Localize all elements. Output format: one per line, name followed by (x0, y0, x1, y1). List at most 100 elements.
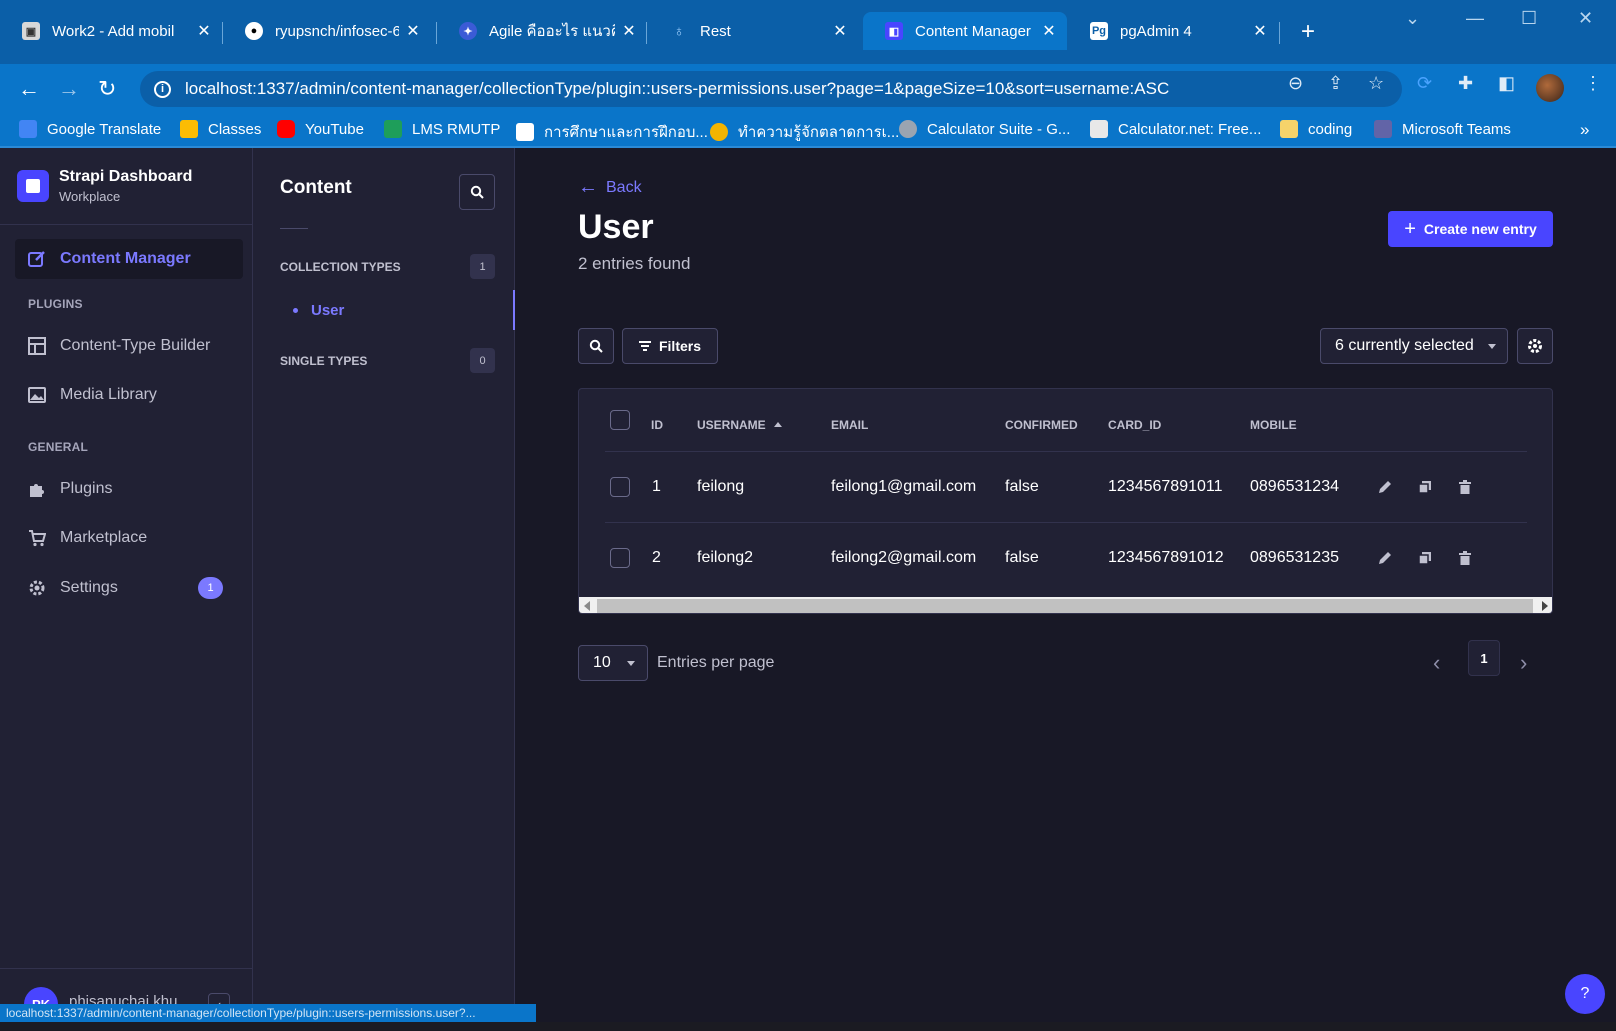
brand: Strapi Dashboard Workplace (17, 168, 192, 204)
tab-github[interactable]: ● ryupsnch/infosec-6 ✕ (223, 12, 431, 50)
displayed-columns-select[interactable]: 6 currently selected (1320, 328, 1508, 364)
duplicate-icon[interactable] (1415, 548, 1435, 568)
scrollbar-thumb[interactable] (597, 599, 1533, 613)
site-info-icon[interactable]: i (154, 80, 171, 98)
previous-page-icon[interactable]: ‹ (1433, 650, 1440, 676)
nav-plugins[interactable]: Plugins (15, 469, 243, 509)
scroll-right-arrow-icon[interactable] (1542, 601, 1548, 611)
back-link[interactable]: ← Back (578, 176, 642, 199)
bookmark-classes[interactable]: Classes (180, 120, 261, 138)
reload-icon[interactable]: ↻ (98, 76, 116, 102)
google-translate-icon (19, 120, 37, 138)
subnav-title: Content (280, 177, 352, 198)
trash-icon[interactable] (1455, 548, 1475, 568)
more-menu-icon[interactable]: ⋮ (1584, 73, 1602, 94)
bookmark-education[interactable]: การศึกษาและการฝึกอบ... (516, 120, 708, 144)
bookmark-google-translate[interactable]: Google Translate (19, 120, 161, 138)
list-settings-button[interactable] (1517, 328, 1553, 364)
content-subnav: Content COLLECTION TYPES 1 User SINGLE T… (253, 148, 515, 1031)
nav-content-manager[interactable]: Content Manager (15, 239, 243, 279)
subnav-search-button[interactable] (459, 174, 495, 210)
sync-icon[interactable]: ⟳ (1417, 73, 1432, 94)
column-header-confirmed[interactable]: CONFIRMED (1005, 418, 1078, 432)
filters-button[interactable]: Filters (622, 328, 718, 364)
bookmark-microsoft-teams[interactable]: Microsoft Teams (1374, 120, 1511, 138)
nav-marketplace[interactable]: Marketplace (15, 518, 243, 558)
row-checkbox[interactable] (610, 548, 630, 568)
bookmarks-more-icon[interactable]: » (1580, 120, 1589, 140)
bookmark-calculator-net[interactable]: Calculator.net: Free... (1090, 120, 1261, 138)
bookmark-market[interactable]: ทำความรู้จักตลาดการเ... (710, 120, 899, 144)
column-header-mobile[interactable]: MOBILE (1250, 418, 1297, 432)
divider (280, 228, 308, 229)
back-arrow-icon[interactable]: ← (18, 76, 40, 102)
scroll-left-arrow-icon[interactable] (584, 601, 590, 611)
column-header-email[interactable]: EMAIL (831, 418, 868, 432)
single-types-heading[interactable]: SINGLE TYPES (280, 354, 367, 368)
create-new-entry-button[interactable]: + Create new entry (1388, 211, 1553, 247)
close-icon[interactable]: ✕ (1041, 21, 1057, 41)
url-text[interactable]: localhost:1337/admin/content-manager/col… (185, 79, 1169, 99)
edit-icon[interactable] (1375, 548, 1395, 568)
share-icon[interactable]: ⇪ (1328, 73, 1343, 94)
search-icon (589, 339, 603, 353)
close-icon[interactable]: ✕ (405, 21, 421, 41)
arrow-left-icon: ← (578, 176, 598, 198)
help-button[interactable]: ? (1565, 974, 1605, 1014)
tab-pgadmin[interactable]: Pg pgAdmin 4 ✕ (1068, 12, 1278, 50)
row-checkbox[interactable] (610, 477, 630, 497)
next-page-icon[interactable]: › (1520, 650, 1527, 676)
caret-down-icon (627, 661, 635, 666)
cell-username: feilong2 (697, 549, 754, 566)
youtube-icon (277, 120, 295, 138)
cell-card-id: 1234567891011 (1108, 478, 1223, 495)
bullet-icon (293, 307, 298, 313)
duplicate-icon[interactable] (1415, 477, 1435, 497)
tab-work2[interactable]: ▣ Work2 - Add mobil ✕ (0, 12, 222, 50)
column-header-username[interactable]: USERNAME (697, 418, 766, 432)
address-bar[interactable]: i localhost:1337/admin/content-manager/c… (140, 71, 1402, 107)
table-search-button[interactable] (578, 328, 614, 364)
bookmark-star-icon[interactable]: ☆ (1368, 73, 1384, 94)
close-icon[interactable]: ✕ (196, 21, 212, 41)
tab-separator (646, 22, 647, 44)
horizontal-scrollbar[interactable] (579, 597, 1552, 613)
close-icon[interactable]: ✕ (621, 21, 637, 41)
sort-ascending-icon[interactable] (774, 422, 782, 427)
current-page-button[interactable]: 1 (1468, 640, 1500, 676)
bookmark-youtube[interactable]: YouTube (277, 120, 364, 138)
extensions-icon[interactable]: ✚ (1458, 73, 1473, 94)
close-icon[interactable]: ✕ (1252, 21, 1268, 41)
entries-count: 2 entries found (578, 254, 691, 273)
profile-avatar[interactable] (1536, 74, 1564, 102)
forward-arrow-icon[interactable]: → (58, 76, 80, 102)
select-all-checkbox[interactable] (610, 410, 630, 430)
maximize-icon[interactable]: ☐ (1521, 8, 1537, 29)
column-header-id[interactable]: ID (651, 418, 663, 432)
bookmark-lms-rmutp[interactable]: LMS RMUTP (384, 120, 500, 138)
bookmark-coding-folder[interactable]: coding (1280, 120, 1352, 138)
window-close-icon[interactable]: ✕ (1578, 8, 1593, 29)
close-icon[interactable]: ✕ (832, 21, 848, 41)
page-size-select[interactable]: 10 (578, 645, 648, 681)
nav-content-type-builder[interactable]: Content-Type Builder (15, 326, 243, 366)
collection-types-count: 1 (470, 254, 495, 279)
new-tab-button[interactable]: + (1295, 18, 1321, 46)
minimize-icon[interactable]: — (1466, 8, 1484, 29)
nav-media-library[interactable]: Media Library (15, 375, 243, 415)
nav-settings[interactable]: Settings 1 (15, 568, 243, 608)
cell-id: 1 (652, 478, 661, 495)
trash-icon[interactable] (1455, 477, 1475, 497)
search-icon (470, 185, 484, 199)
zoom-icon[interactable]: ⊖ (1288, 73, 1303, 94)
column-header-card-id[interactable]: CARD_ID (1108, 418, 1161, 432)
tab-content-manager[interactable]: ◧ Content Manager ✕ (863, 12, 1067, 50)
edit-icon[interactable] (1375, 477, 1395, 497)
collection-types-heading[interactable]: COLLECTION TYPES (280, 260, 401, 274)
side-panel-icon[interactable]: ◧ (1498, 73, 1515, 94)
subnav-item-user[interactable]: User (253, 290, 515, 330)
tab-agile[interactable]: ✦ Agile คืออะไร แนวคิด ✕ (437, 12, 647, 50)
bookmark-calculator-suite[interactable]: Calculator Suite - G... (899, 120, 1070, 138)
tab-rest[interactable]: ♁ Rest ✕ (648, 12, 858, 50)
tab-search-icon[interactable]: ⌄ (1405, 8, 1420, 29)
